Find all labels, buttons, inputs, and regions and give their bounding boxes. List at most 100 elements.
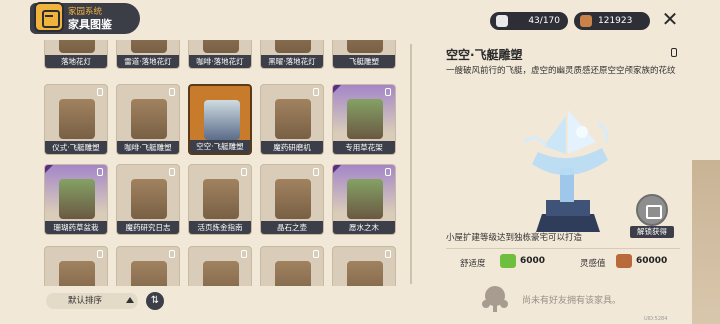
lock-icon bbox=[169, 88, 175, 96]
furniture-card[interactable]: 咖啡·落地花灯 bbox=[188, 40, 252, 69]
furniture-name: 珊瑚药草盆栽 bbox=[45, 221, 107, 234]
furniture-thumbnail bbox=[203, 261, 239, 286]
furniture-card[interactable] bbox=[44, 246, 108, 286]
sort-label: 默认排序 bbox=[68, 296, 103, 306]
unlock-condition: 小屋扩建等级达到独栋豪宅可以打造 bbox=[446, 233, 583, 243]
furniture-thumbnail bbox=[275, 179, 311, 219]
furniture-name: 晶石之壶 bbox=[261, 221, 323, 234]
furniture-thumbnail bbox=[275, 99, 311, 139]
sort-order-button[interactable]: ⇅ bbox=[146, 292, 164, 310]
inspiration-label: 灵感值 bbox=[580, 259, 606, 269]
airship-statue-image bbox=[523, 110, 609, 232]
furniture-name: 专用草花架 bbox=[333, 141, 395, 154]
furniture-thumbnail bbox=[347, 40, 383, 53]
rarity-corner bbox=[333, 165, 341, 173]
furniture-name: 咖啡·落地花灯 bbox=[189, 55, 251, 68]
furniture-name: 魔药研究日志 bbox=[117, 221, 179, 234]
close-icon: ✕ bbox=[661, 7, 679, 31]
furniture-name: 雷道·落地花灯 bbox=[117, 55, 179, 68]
rarity-corner bbox=[45, 165, 53, 173]
furniture-name: 咖啡·飞艇雕塑 bbox=[117, 141, 179, 154]
comfort-value: 6000 bbox=[520, 256, 546, 266]
sort-dropdown[interactable]: 默认排序 bbox=[46, 293, 138, 309]
lock-icon bbox=[313, 88, 319, 96]
furniture-thumbnail bbox=[131, 179, 167, 219]
furniture-card[interactable]: 落地花灯 bbox=[44, 40, 108, 69]
furniture-name: 飞艇雕塑 bbox=[333, 55, 395, 68]
furniture-name: 黑曜·落地花灯 bbox=[261, 55, 323, 68]
lock-icon bbox=[97, 168, 103, 176]
white-crystal-icon bbox=[496, 15, 508, 27]
furniture-thumbnail bbox=[203, 179, 239, 219]
furniture-card[interactable]: 仪式·飞艇雕塑 bbox=[44, 84, 108, 155]
unlock-get-label: 解锁获得 bbox=[630, 226, 674, 238]
furniture-thumbnail bbox=[203, 40, 239, 53]
right-decoration bbox=[692, 160, 720, 324]
uid-label: UID:5284 bbox=[644, 316, 668, 322]
leaf-icon bbox=[500, 254, 516, 268]
resource-coin-value: 121923 bbox=[598, 16, 633, 26]
page-title: 家具图鉴 bbox=[68, 18, 112, 31]
furniture-card[interactable] bbox=[116, 246, 180, 286]
furniture-thumbnail bbox=[59, 99, 95, 139]
furniture-name: 魔药研磨机 bbox=[261, 141, 323, 154]
furniture-name: 活页炼金指南 bbox=[189, 221, 251, 234]
scrollbar[interactable] bbox=[410, 44, 412, 284]
furniture-catalog-screen: 家园系统 家具图鉴 43/170 121923 ✕ 落地花灯 雷道·落地花灯 咖啡·… bbox=[0, 0, 720, 324]
furniture-thumbnail bbox=[59, 40, 95, 53]
furniture-thumbnail bbox=[204, 100, 240, 140]
friends-owned-text: 尚未有好友拥有该家具。 bbox=[522, 296, 622, 306]
furniture-card[interactable]: 魔药研磨机 bbox=[260, 84, 324, 155]
furniture-grid[interactable]: 落地花灯 雷道·落地花灯 咖啡·落地花灯 黑曜·落地花灯 飞艇雕塑仪式·飞艇雕塑 咖啡·飞… bbox=[38, 40, 408, 286]
furniture-name: 空空·飞艇雕塑 bbox=[190, 140, 250, 153]
furniture-card[interactable]: 专用草花架 bbox=[332, 84, 396, 155]
furniture-book-icon bbox=[34, 2, 64, 32]
lock-icon bbox=[385, 168, 391, 176]
furniture-card[interactable]: 活页炼金指南 bbox=[188, 164, 252, 235]
lock-icon bbox=[169, 250, 175, 258]
lock-icon bbox=[169, 168, 175, 176]
furniture-thumbnail bbox=[59, 179, 95, 219]
furniture-thumbnail bbox=[131, 261, 167, 286]
rarity-corner bbox=[333, 85, 341, 93]
resource-coin: 121923 bbox=[574, 12, 650, 30]
comfort-label: 舒适度 bbox=[460, 259, 486, 269]
resource-crystal: 43/170 bbox=[490, 12, 568, 30]
furniture-name: 仪式·飞艇雕塑 bbox=[45, 141, 107, 154]
lock-icon bbox=[385, 88, 391, 96]
furniture-name: 落地花灯 bbox=[45, 55, 107, 68]
unlock-get-button[interactable]: 解锁获得 bbox=[630, 194, 674, 240]
header: 家园系统 家具图鉴 43/170 121923 ✕ bbox=[0, 0, 720, 42]
furniture-thumbnail bbox=[347, 261, 383, 286]
quill-icon bbox=[616, 254, 632, 268]
furniture-card[interactable]: 珊瑚药草盆栽 bbox=[44, 164, 108, 235]
furniture-card[interactable] bbox=[332, 246, 396, 286]
tree-emblem-icon bbox=[482, 286, 508, 312]
furniture-card[interactable]: 飞艇雕塑 bbox=[332, 40, 396, 69]
furniture-card[interactable]: 愿水之木 bbox=[332, 164, 396, 235]
copper-coin-icon bbox=[580, 15, 592, 27]
furniture-card[interactable] bbox=[188, 246, 252, 286]
furniture-thumbnail bbox=[347, 99, 383, 139]
lock-icon bbox=[97, 250, 103, 258]
furniture-thumbnail bbox=[275, 40, 311, 53]
furniture-thumbnail bbox=[131, 99, 167, 139]
furniture-card[interactable]: 黑曜·落地花灯 bbox=[260, 40, 324, 69]
furniture-thumbnail bbox=[59, 261, 95, 286]
lock-icon bbox=[97, 88, 103, 96]
furniture-card[interactable]: 魔药研究日志 bbox=[116, 164, 180, 235]
furniture-card[interactable]: 晶石之壶 bbox=[260, 164, 324, 235]
furniture-thumbnail bbox=[347, 179, 383, 219]
furniture-thumbnail bbox=[275, 261, 311, 286]
close-button[interactable]: ✕ bbox=[660, 9, 680, 29]
shirt-icon bbox=[636, 194, 668, 226]
lock-icon bbox=[385, 250, 391, 258]
furniture-thumbnail bbox=[131, 40, 167, 53]
furniture-card[interactable] bbox=[260, 246, 324, 286]
lock-icon bbox=[313, 250, 319, 258]
furniture-card[interactable]: 咖啡·飞艇雕塑 bbox=[116, 84, 180, 155]
furniture-card[interactable]: 空空·飞艇雕塑 bbox=[188, 84, 252, 155]
detail-title: 空空·飞艇雕塑 bbox=[446, 48, 523, 62]
detail-description: 一艘破风前行的飞艇，虚空的幽灵质感还原空空颅家族的花纹 bbox=[446, 66, 676, 76]
furniture-card[interactable]: 雷道·落地花灯 bbox=[116, 40, 180, 69]
